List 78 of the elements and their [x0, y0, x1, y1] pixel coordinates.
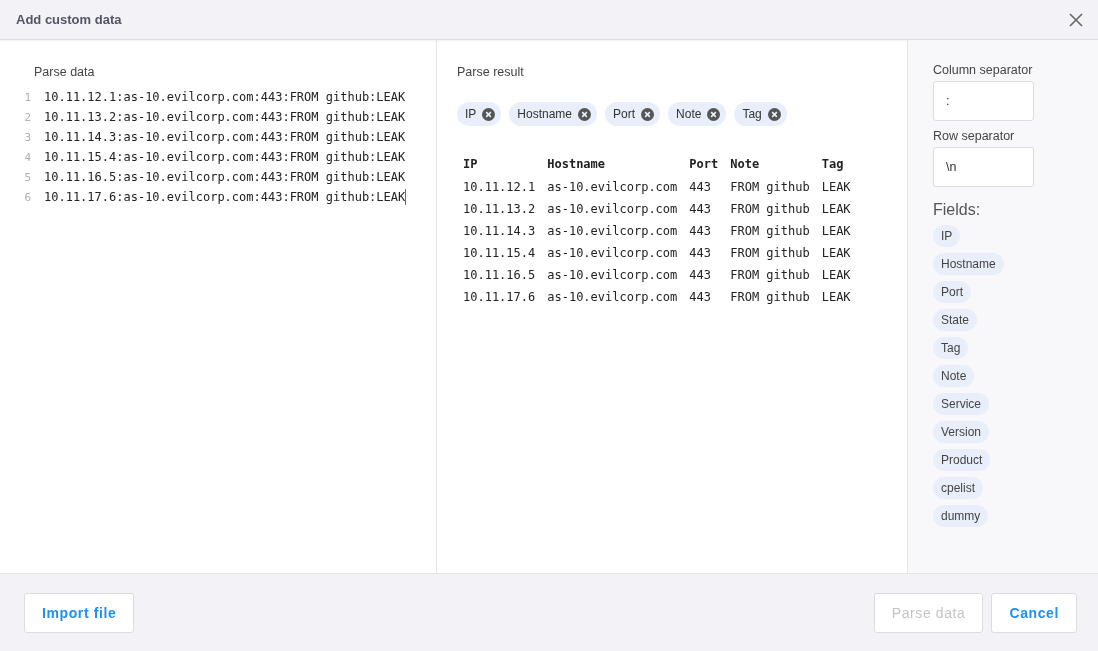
table-cell-text: 443: [689, 267, 712, 284]
table-cell-text: FROM github: [730, 245, 811, 262]
table-cell: as-10.evilcorp.com: [547, 286, 690, 308]
table-cell-text: LEAK: [821, 245, 852, 262]
line-number: 3: [23, 130, 32, 144]
table-cell-text: 443: [689, 179, 712, 196]
line-number: 6: [23, 190, 32, 204]
table-cell-text: 10.11.14.3: [463, 223, 537, 240]
table-cell-text: 10.11.15.4: [463, 245, 537, 262]
text-cursor: [405, 189, 407, 205]
line-number: 4: [23, 150, 32, 164]
table-cell-text: FROM github: [730, 267, 811, 284]
column-header: Port: [689, 152, 731, 176]
field-chip[interactable]: Version: [933, 421, 990, 443]
line-number: 5: [23, 170, 32, 184]
column-chip[interactable]: Tag: [734, 102, 787, 126]
column-chip[interactable]: IP: [457, 102, 502, 126]
code-line: 10.11.15.4:as-10.evilcorp.com:443:FROM github:LEAK: [44, 150, 406, 164]
table-cell-text: 443: [689, 245, 712, 262]
table-cell-text: 10.11.16.5: [463, 267, 537, 284]
remove-icon[interactable]: [641, 107, 655, 121]
field-chip[interactable]: Tag: [933, 337, 969, 359]
field-label: Row separator: [933, 129, 1015, 143]
column-chip[interactable]: Port: [605, 102, 661, 126]
table-cell-text: LEAK: [821, 201, 852, 218]
table-cell-text: 10.11.17.6: [463, 289, 537, 306]
field-chip[interactable]: Port: [933, 281, 971, 303]
field-chip[interactable]: Hostname: [933, 253, 1004, 275]
column-chip[interactable]: Hostname: [509, 102, 598, 126]
close-icon[interactable]: [1068, 11, 1084, 28]
table-cell: as-10.evilcorp.com: [547, 176, 690, 198]
section-label: Parse result: [457, 65, 524, 79]
column-header: Hostname: [547, 156, 607, 173]
table-cell-text: FROM github: [730, 179, 811, 196]
table-cell: as-10.evilcorp.com: [547, 198, 690, 220]
column-header: Tag: [821, 156, 845, 173]
field-chip[interactable]: Service: [933, 393, 989, 415]
line-number: 1: [23, 90, 32, 104]
table-cell: as-10.evilcorp.com: [547, 220, 690, 242]
dialog-title: Add custom data: [16, 12, 122, 27]
section-label: Parse data: [34, 65, 95, 79]
table-cell-text: 443: [689, 289, 712, 306]
line-number: 2: [23, 110, 32, 124]
table-cell-text: 10.11.12.1: [463, 179, 537, 196]
remove-icon[interactable]: [482, 107, 496, 121]
input-field[interactable]: \n: [933, 147, 1034, 187]
table-cell-text: 10.11.13.2: [463, 201, 537, 218]
table-cell-text: FROM github: [730, 223, 811, 240]
remove-icon[interactable]: [707, 107, 721, 121]
field-chip[interactable]: Product: [933, 449, 991, 471]
code-line: 10.11.16.5:as-10.evilcorp.com:443:FROM github:LEAK: [44, 170, 406, 184]
table-cell-text: LEAK: [821, 267, 852, 284]
field-chip[interactable]: Note: [933, 365, 975, 387]
field-chip[interactable]: cpelist: [933, 477, 983, 499]
code-line: 10.11.13.2:as-10.evilcorp.com:443:FROM github:LEAK: [44, 110, 406, 124]
code-line: 10.11.17.6:as-10.evilcorp.com:443:FROM github:LEAK: [44, 190, 406, 204]
input-field[interactable]: :: [933, 81, 1034, 121]
table-cell-text: LEAK: [821, 289, 852, 306]
table-cell-text: FROM github: [730, 201, 811, 218]
fields-heading: Fields:: [933, 201, 981, 219]
field-chip[interactable]: dummy: [933, 505, 989, 527]
table-cell-text: 443: [689, 223, 712, 240]
table-cell-text: LEAK: [821, 223, 852, 240]
column-header: IP: [463, 156, 479, 173]
table-cell-text: 443: [689, 201, 712, 218]
remove-icon[interactable]: [578, 107, 592, 121]
code-line: 10.11.14.3:as-10.evilcorp.com:443:FROM github:LEAK: [44, 130, 406, 144]
column-chip[interactable]: Note: [668, 102, 727, 126]
table-cell-text: LEAK: [821, 179, 852, 196]
remove-icon[interactable]: [767, 107, 781, 121]
field-chip[interactable]: State: [933, 309, 978, 331]
code-line: 10.11.12.1:as-10.evilcorp.com:443:FROM github:LEAK: [44, 90, 406, 104]
table-cell: as-10.evilcorp.com: [547, 264, 690, 286]
table-cell: as-10.evilcorp.com: [547, 242, 690, 264]
field-chip[interactable]: IP: [933, 225, 961, 247]
field-label: Column separator: [933, 63, 1033, 77]
table-cell-text: FROM github: [730, 289, 811, 306]
column-header: Note: [730, 152, 822, 176]
